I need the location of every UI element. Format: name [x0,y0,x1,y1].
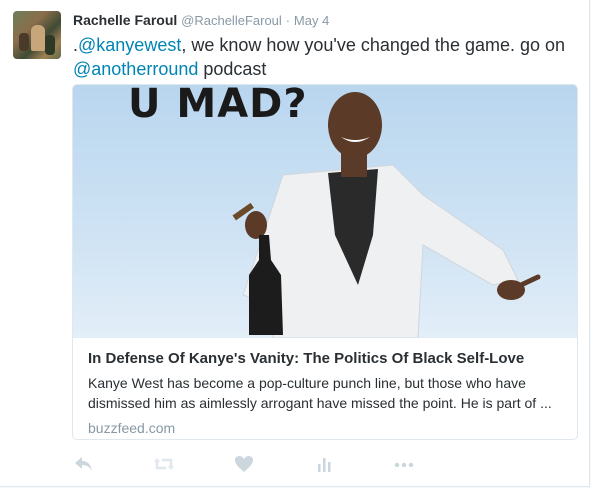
more-button[interactable] [392,452,416,476]
link-card[interactable]: U MAD? In Defense Of Kanye's Vanity: The… [72,84,578,440]
card-title[interactable]: In Defense Of Kanye's Vanity: The Politi… [88,349,568,369]
retweet-button[interactable] [152,452,176,476]
tweet: Rachelle Faroul @RachelleFaroul · May 4 … [0,0,590,487]
avatar-figure [31,25,45,51]
analytics-button[interactable] [312,452,336,476]
tweet-header: Rachelle Faroul @RachelleFaroul · May 4 [73,12,329,28]
user-handle[interactable]: @RachelleFaroul [181,13,282,28]
tweet-actions [72,452,472,476]
mention-link[interactable]: @anotherround [73,59,198,79]
analytics-icon [318,458,331,472]
avatar-figure [45,35,55,55]
like-icon [235,456,253,472]
image-caption: U MAD? [128,85,308,127]
like-button[interactable] [232,452,256,476]
avatar[interactable] [13,11,61,59]
reply-button[interactable] [72,452,96,476]
avatar-figure [19,33,29,51]
more-icon [394,462,414,468]
display-name[interactable]: Rachelle Faroul [73,12,177,28]
separator: · [285,13,291,28]
card-body: In Defense Of Kanye's Vanity: The Politi… [88,349,568,436]
tweet-text-body: , we know how you've changed the game. g… [181,35,566,55]
card-description: Kanye West has become a pop-culture punc… [88,375,552,411]
tweet-date[interactable]: May 4 [294,13,329,28]
tweet-text-suffix: podcast [198,59,267,79]
mention-link[interactable]: @kanyewest [78,35,181,55]
reply-icon [75,457,92,471]
card-image[interactable]: U MAD? [73,85,577,338]
retweet-icon [154,458,174,470]
card-domain: buzzfeed.com [88,420,176,436]
tweet-text: .@kanyewest, we know how you've changed … [73,33,573,81]
